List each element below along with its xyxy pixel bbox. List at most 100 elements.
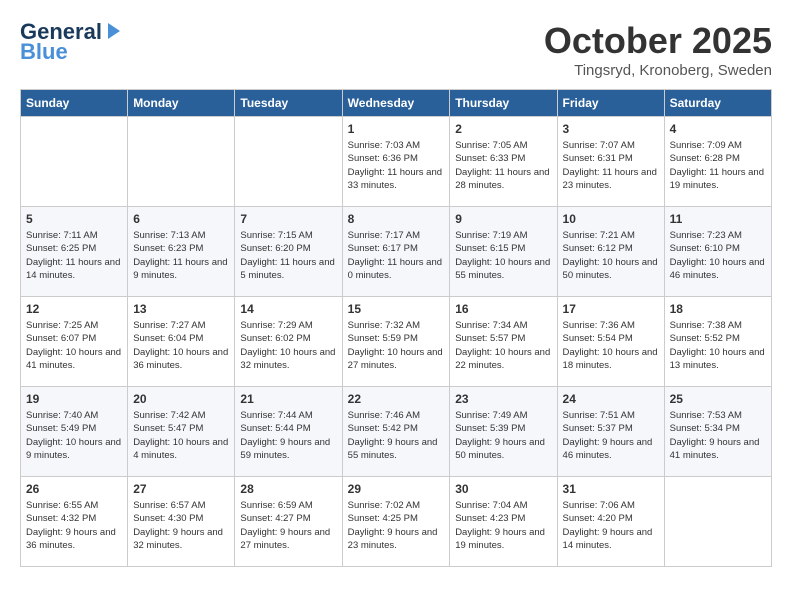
day-number: 28 [240,482,336,496]
day-cell: 19 Sunrise: 7:40 AMSunset: 5:49 PMDaylig… [21,387,128,477]
day-info: Sunrise: 6:57 AMSunset: 4:30 PMDaylight:… [133,499,229,552]
day-cell: 18 Sunrise: 7:38 AMSunset: 5:52 PMDaylig… [664,297,771,387]
day-cell: 3 Sunrise: 7:07 AMSunset: 6:31 PMDayligh… [557,117,664,207]
day-info: Sunrise: 7:42 AMSunset: 5:47 PMDaylight:… [133,409,229,462]
day-info: Sunrise: 7:53 AMSunset: 5:34 PMDaylight:… [670,409,766,462]
col-header-sunday: Sunday [21,90,128,117]
day-cell: 16 Sunrise: 7:34 AMSunset: 5:57 PMDaylig… [450,297,557,387]
col-header-saturday: Saturday [664,90,771,117]
day-cell: 5 Sunrise: 7:11 AMSunset: 6:25 PMDayligh… [21,207,128,297]
day-number: 8 [348,212,445,226]
day-number: 4 [670,122,766,136]
col-header-wednesday: Wednesday [342,90,450,117]
day-info: Sunrise: 7:51 AMSunset: 5:37 PMDaylight:… [563,409,659,462]
day-info: Sunrise: 7:15 AMSunset: 6:20 PMDaylight:… [240,229,336,282]
day-info: Sunrise: 6:55 AMSunset: 4:32 PMDaylight:… [26,499,122,552]
day-info: Sunrise: 7:03 AMSunset: 6:36 PMDaylight:… [348,139,445,192]
day-number: 14 [240,302,336,316]
col-header-tuesday: Tuesday [235,90,342,117]
logo: General Blue [20,20,122,64]
day-number: 18 [670,302,766,316]
day-info: Sunrise: 7:27 AMSunset: 6:04 PMDaylight:… [133,319,229,372]
day-number: 12 [26,302,122,316]
day-info: Sunrise: 7:19 AMSunset: 6:15 PMDaylight:… [455,229,551,282]
day-cell: 29 Sunrise: 7:02 AMSunset: 4:25 PMDaylig… [342,477,450,567]
week-row-3: 12 Sunrise: 7:25 AMSunset: 6:07 PMDaylig… [21,297,772,387]
title-area: October 2025 Tingsryd, Kronoberg, Sweden [544,20,772,79]
day-number: 13 [133,302,229,316]
day-number: 21 [240,392,336,406]
header-row: SundayMondayTuesdayWednesdayThursdayFrid… [21,90,772,117]
day-cell [128,117,235,207]
location-subtitle: Tingsryd, Kronoberg, Sweden [544,62,772,79]
day-info: Sunrise: 7:44 AMSunset: 5:44 PMDaylight:… [240,409,336,462]
month-title: October 2025 [544,20,772,62]
day-cell: 11 Sunrise: 7:23 AMSunset: 6:10 PMDaylig… [664,207,771,297]
day-cell [21,117,128,207]
day-cell: 4 Sunrise: 7:09 AMSunset: 6:28 PMDayligh… [664,117,771,207]
day-number: 2 [455,122,551,136]
day-cell [235,117,342,207]
day-cell: 8 Sunrise: 7:17 AMSunset: 6:17 PMDayligh… [342,207,450,297]
day-info: Sunrise: 7:32 AMSunset: 5:59 PMDaylight:… [348,319,445,372]
day-cell: 15 Sunrise: 7:32 AMSunset: 5:59 PMDaylig… [342,297,450,387]
day-info: Sunrise: 7:13 AMSunset: 6:23 PMDaylight:… [133,229,229,282]
col-header-thursday: Thursday [450,90,557,117]
day-cell: 12 Sunrise: 7:25 AMSunset: 6:07 PMDaylig… [21,297,128,387]
day-cell: 6 Sunrise: 7:13 AMSunset: 6:23 PMDayligh… [128,207,235,297]
day-number: 31 [563,482,659,496]
day-number: 29 [348,482,445,496]
day-number: 22 [348,392,445,406]
day-number: 3 [563,122,659,136]
day-info: Sunrise: 7:25 AMSunset: 6:07 PMDaylight:… [26,319,122,372]
day-info: Sunrise: 7:49 AMSunset: 5:39 PMDaylight:… [455,409,551,462]
day-info: Sunrise: 7:17 AMSunset: 6:17 PMDaylight:… [348,229,445,282]
day-cell: 9 Sunrise: 7:19 AMSunset: 6:15 PMDayligh… [450,207,557,297]
logo-blue-text: Blue [20,40,68,64]
day-number: 16 [455,302,551,316]
day-info: Sunrise: 7:02 AMSunset: 4:25 PMDaylight:… [348,499,445,552]
page-header: General Blue October 2025 Tingsryd, Kron… [20,20,772,79]
day-cell: 24 Sunrise: 7:51 AMSunset: 5:37 PMDaylig… [557,387,664,477]
day-number: 17 [563,302,659,316]
day-cell: 31 Sunrise: 7:06 AMSunset: 4:20 PMDaylig… [557,477,664,567]
day-info: Sunrise: 7:40 AMSunset: 5:49 PMDaylight:… [26,409,122,462]
day-cell: 25 Sunrise: 7:53 AMSunset: 5:34 PMDaylig… [664,387,771,477]
day-cell: 20 Sunrise: 7:42 AMSunset: 5:47 PMDaylig… [128,387,235,477]
day-number: 5 [26,212,122,226]
week-row-4: 19 Sunrise: 7:40 AMSunset: 5:49 PMDaylig… [21,387,772,477]
day-cell: 2 Sunrise: 7:05 AMSunset: 6:33 PMDayligh… [450,117,557,207]
day-info: Sunrise: 7:09 AMSunset: 6:28 PMDaylight:… [670,139,766,192]
day-info: Sunrise: 7:06 AMSunset: 4:20 PMDaylight:… [563,499,659,552]
day-cell: 14 Sunrise: 7:29 AMSunset: 6:02 PMDaylig… [235,297,342,387]
day-cell: 10 Sunrise: 7:21 AMSunset: 6:12 PMDaylig… [557,207,664,297]
col-header-monday: Monday [128,90,235,117]
day-number: 1 [348,122,445,136]
day-info: Sunrise: 7:46 AMSunset: 5:42 PMDaylight:… [348,409,445,462]
day-info: Sunrise: 7:04 AMSunset: 4:23 PMDaylight:… [455,499,551,552]
day-number: 24 [563,392,659,406]
day-cell: 23 Sunrise: 7:49 AMSunset: 5:39 PMDaylig… [450,387,557,477]
day-cell: 7 Sunrise: 7:15 AMSunset: 6:20 PMDayligh… [235,207,342,297]
day-info: Sunrise: 6:59 AMSunset: 4:27 PMDaylight:… [240,499,336,552]
day-cell: 26 Sunrise: 6:55 AMSunset: 4:32 PMDaylig… [21,477,128,567]
day-cell [664,477,771,567]
day-info: Sunrise: 7:36 AMSunset: 5:54 PMDaylight:… [563,319,659,372]
logo-triangle-icon [104,21,122,39]
day-info: Sunrise: 7:11 AMSunset: 6:25 PMDaylight:… [26,229,122,282]
day-cell: 21 Sunrise: 7:44 AMSunset: 5:44 PMDaylig… [235,387,342,477]
day-number: 7 [240,212,336,226]
day-number: 25 [670,392,766,406]
col-header-friday: Friday [557,90,664,117]
week-row-5: 26 Sunrise: 6:55 AMSunset: 4:32 PMDaylig… [21,477,772,567]
day-info: Sunrise: 7:05 AMSunset: 6:33 PMDaylight:… [455,139,551,192]
day-cell: 30 Sunrise: 7:04 AMSunset: 4:23 PMDaylig… [450,477,557,567]
day-cell: 28 Sunrise: 6:59 AMSunset: 4:27 PMDaylig… [235,477,342,567]
day-cell: 1 Sunrise: 7:03 AMSunset: 6:36 PMDayligh… [342,117,450,207]
day-number: 30 [455,482,551,496]
day-number: 9 [455,212,551,226]
day-info: Sunrise: 7:29 AMSunset: 6:02 PMDaylight:… [240,319,336,372]
day-number: 27 [133,482,229,496]
day-number: 26 [26,482,122,496]
day-info: Sunrise: 7:34 AMSunset: 5:57 PMDaylight:… [455,319,551,372]
